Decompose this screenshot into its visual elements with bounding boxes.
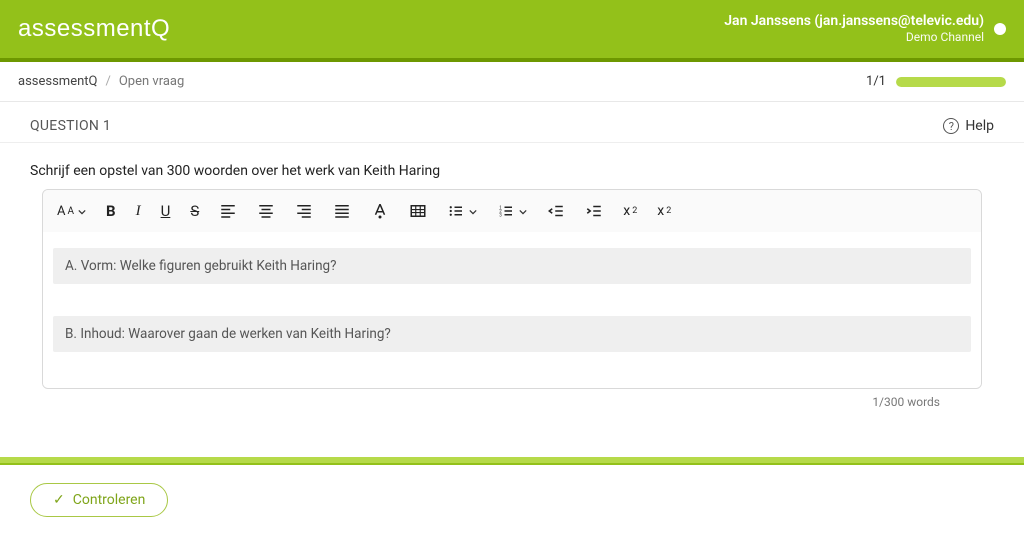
align-justify-button[interactable] xyxy=(333,202,351,220)
italic-button[interactable]: I xyxy=(136,203,141,220)
breadcrumb: assessmentQ / Open vraag xyxy=(18,74,184,89)
breadcrumb-item: Open vraag xyxy=(119,74,184,89)
indent-button[interactable] xyxy=(585,202,603,220)
user-name: Jan Janssens (jan.janssens@televic.edu) xyxy=(724,13,984,30)
help-icon: ? xyxy=(943,118,959,134)
strikethrough-button[interactable]: S xyxy=(190,202,199,220)
text-color-button[interactable] xyxy=(371,202,389,220)
question-prompt: Schrijf een opstel van 300 woorden over … xyxy=(0,143,1024,189)
check-button[interactable]: ✓ Controleren xyxy=(30,483,168,517)
svg-text:3: 3 xyxy=(499,212,502,218)
chevron-down-icon xyxy=(519,202,527,220)
editor-hint-a[interactable]: A. Vorm: Welke figuren gebruikt Keith Ha… xyxy=(53,248,971,284)
check-button-label: Controleren xyxy=(73,492,146,508)
superscript-button[interactable]: x2 xyxy=(657,203,671,219)
breadcrumb-root[interactable]: assessmentQ xyxy=(18,74,97,89)
user-menu[interactable]: Jan Janssens (jan.janssens@televic.edu) … xyxy=(724,13,1006,44)
font-size-button[interactable]: AA xyxy=(57,202,86,220)
breadcrumb-separator-icon: / xyxy=(105,74,110,89)
check-icon: ✓ xyxy=(53,492,65,508)
bold-button[interactable]: B xyxy=(106,202,116,220)
progress-area: 1/1 xyxy=(866,74,1006,89)
table-button[interactable] xyxy=(409,202,427,220)
help-button[interactable]: ? Help xyxy=(943,118,994,134)
outdent-button[interactable] xyxy=(547,202,565,220)
align-right-button[interactable] xyxy=(295,202,313,220)
word-count: 1/300 words xyxy=(42,389,982,409)
user-menu-toggle-icon xyxy=(994,23,1006,35)
underline-button[interactable]: U xyxy=(161,202,171,220)
rich-text-editor: AA B I U S 123 x2 x2 xyxy=(42,189,982,389)
bullet-list-button[interactable] xyxy=(447,202,477,220)
chevron-down-icon xyxy=(469,202,477,220)
progress-bar xyxy=(896,77,1006,87)
numbered-list-button[interactable]: 123 xyxy=(497,202,527,220)
editor-hint-b[interactable]: B. Inhoud: Waarover gaan de werken van K… xyxy=(53,316,971,352)
footer-divider xyxy=(0,457,1024,465)
user-channel: Demo Channel xyxy=(724,30,984,44)
app-logo: assessmentQ xyxy=(18,15,170,43)
help-label: Help xyxy=(965,118,994,134)
progress-bar-fill xyxy=(896,77,1006,87)
subscript-button[interactable]: x2 xyxy=(623,203,637,219)
editor-toolbar: AA B I U S 123 x2 x2 xyxy=(43,190,981,232)
progress-count: 1/1 xyxy=(866,74,886,89)
breadcrumb-bar: assessmentQ / Open vraag 1/1 xyxy=(0,62,1024,102)
align-left-button[interactable] xyxy=(219,202,237,220)
app-header: assessmentQ Jan Janssens (jan.janssens@t… xyxy=(0,0,1024,58)
align-center-button[interactable] xyxy=(257,202,275,220)
question-header: QUESTION 1 ? Help xyxy=(0,102,1024,143)
question-label: QUESTION 1 xyxy=(30,118,111,134)
editor-content-area[interactable]: A. Vorm: Welke figuren gebruikt Keith Ha… xyxy=(43,232,981,388)
chevron-down-icon xyxy=(78,202,86,220)
